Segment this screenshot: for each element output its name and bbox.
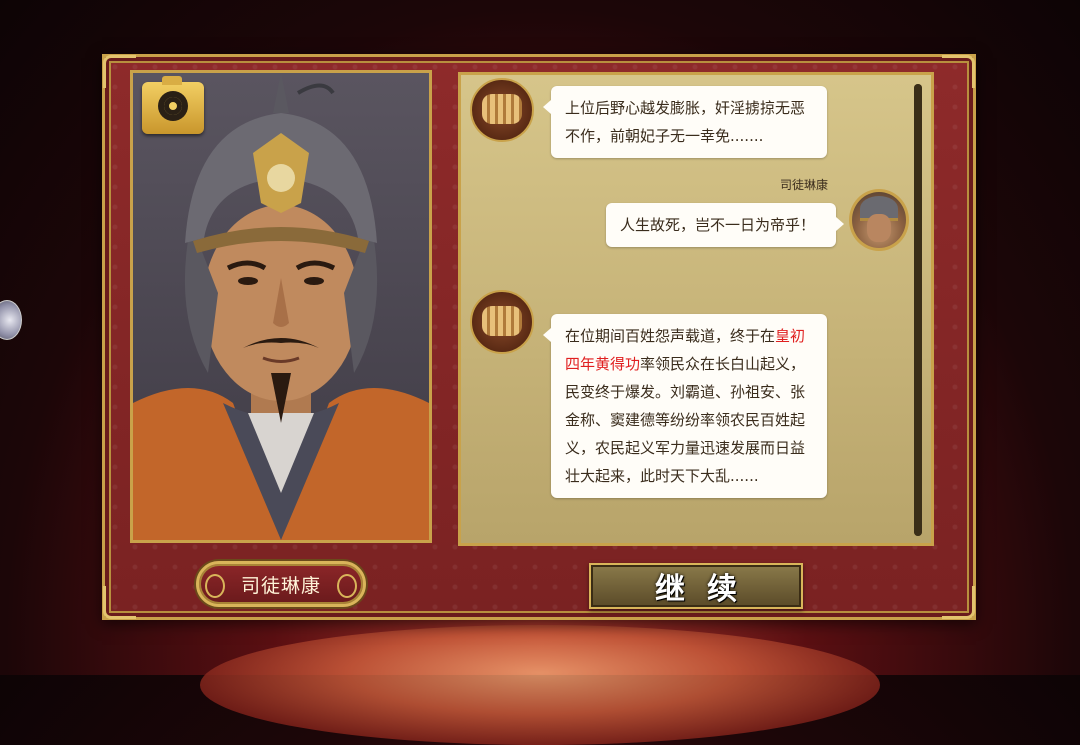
ornament-knob [205, 574, 225, 598]
frame-corner-ornament [942, 55, 975, 88]
message-bubble-narrator: 在位期间百姓怨声载道，终于在皇初四年黄得功率领民众在长白山起义，民变终于爆发。刘… [543, 314, 827, 498]
scroll-icon [470, 78, 534, 142]
message-bubble-character: 人生故死，岂不一日为帝乎！ [606, 203, 844, 247]
continue-button[interactable]: 继续 [589, 563, 803, 609]
message-speaker-name: 司徒琳康 [780, 178, 829, 192]
floating-assist-button[interactable] [0, 300, 22, 340]
message-bubble-narrator: 上位后野心越发膨胀，奸淫掳掠无恶不作，前朝妃子无一幸免....... [543, 86, 827, 158]
dialog-scrollbar[interactable] [914, 84, 922, 536]
background-floor-medallion [200, 625, 880, 745]
message-text-part: 在位期间百姓怨声载道，终于在 [565, 327, 776, 345]
avatar-face [867, 214, 891, 242]
camera-icon-top [162, 76, 182, 85]
camera-screenshot-button[interactable] [142, 76, 204, 134]
frame-corner-ornament [103, 586, 136, 619]
character-name-plate: 司徒琳康 [196, 561, 366, 607]
message-text: 上位后野心越发膨胀，奸淫掳掠无恶不作，前朝妃子无一幸免....... [565, 99, 806, 145]
ornament-knob [337, 574, 357, 598]
character-name: 司徒琳康 [240, 574, 321, 597]
message-text-part: 率领民众在长白山起义，民变终于爆发。刘霸道、孙祖安、张金称、窦建德等纷纷率领农民… [565, 355, 806, 485]
general-avatar-icon [849, 189, 909, 251]
message-text: 人生故死，岂不一日为帝乎！ [620, 216, 816, 234]
camera-icon [158, 91, 188, 121]
character-portrait [130, 70, 432, 543]
scroll-icon [470, 290, 534, 354]
frame-corner-ornament [942, 586, 975, 619]
scrollbar-thumb[interactable] [914, 84, 922, 536]
